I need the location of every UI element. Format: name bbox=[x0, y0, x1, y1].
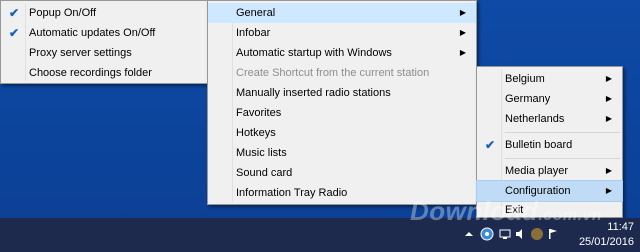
menu-item-label: Bulletin board bbox=[505, 139, 573, 151]
submenu-arrow-icon: ▶ bbox=[605, 166, 612, 175]
menu-item-belgium[interactable]: Belgium ▶ bbox=[477, 69, 622, 89]
tray-overflow-icon[interactable] bbox=[462, 227, 476, 241]
menu-item-proxy-settings[interactable]: Proxy server settings bbox=[1, 43, 209, 63]
menu-item-music-lists[interactable]: Music lists bbox=[208, 143, 476, 163]
menu-item-label: Hotkeys bbox=[236, 127, 276, 139]
menu-item-label: Media player bbox=[505, 165, 568, 177]
speaker-icon[interactable] bbox=[514, 227, 528, 241]
submenu-arrow-icon: ▶ bbox=[605, 94, 612, 103]
radio-tray-icon[interactable] bbox=[480, 227, 494, 241]
submenu-arrow-icon: ▶ bbox=[459, 48, 466, 57]
watermark: Download.com.vn bbox=[410, 196, 602, 227]
watermark-main: Download bbox=[410, 196, 539, 226]
clock-date[interactable]: 25/01/2016 bbox=[579, 236, 634, 248]
menu-item-label: Create Shortcut from the current station bbox=[236, 67, 430, 79]
menu-separator bbox=[505, 132, 620, 133]
menu-item-label: Proxy server settings bbox=[29, 47, 132, 59]
menu-item-label: Favorites bbox=[236, 107, 282, 119]
menu-item-automatic-updates[interactable]: ✔ Automatic updates On/Off bbox=[1, 23, 209, 43]
menu-item-label: Choose recordings folder bbox=[29, 67, 152, 79]
general-submenu: ✔ Popup On/Off ✔ Automatic updates On/Of… bbox=[0, 0, 210, 84]
menu-item-label: General bbox=[236, 7, 276, 19]
menu-item-infobar[interactable]: Infobar ▶ bbox=[208, 23, 476, 43]
menu-item-label: Belgium bbox=[505, 73, 545, 85]
menu-item-general[interactable]: General ▶ bbox=[208, 3, 476, 23]
menu-item-sound-card[interactable]: Sound card bbox=[208, 163, 476, 183]
configuration-submenu: General ▶ Infobar ▶ Automatic startup wi… bbox=[207, 0, 477, 205]
menu-item-label: Automatic updates On/Off bbox=[29, 27, 156, 39]
volume-app-icon[interactable] bbox=[530, 227, 544, 241]
menu-item-netherlands[interactable]: Netherlands ▶ bbox=[477, 109, 622, 129]
menu-item-bulletin-board[interactable]: ✔ Bulletin board bbox=[477, 135, 622, 155]
submenu-arrow-icon: ▶ bbox=[605, 114, 612, 123]
submenu-arrow-icon: ▶ bbox=[459, 28, 466, 37]
menu-item-germany[interactable]: Germany ▶ bbox=[477, 89, 622, 109]
menu-item-label: Music lists bbox=[236, 147, 287, 159]
menu-item-label: Germany bbox=[505, 93, 551, 105]
menu-item-popup[interactable]: ✔ Popup On/Off bbox=[1, 3, 209, 23]
flag-icon[interactable] bbox=[546, 227, 560, 241]
menu-item-label: Netherlands bbox=[505, 113, 565, 125]
menu-separator bbox=[505, 158, 620, 159]
menu-item-label: Popup On/Off bbox=[29, 7, 97, 19]
menu-item-hotkeys[interactable]: Hotkeys bbox=[208, 123, 476, 143]
checkmark-icon: ✔ bbox=[485, 138, 496, 152]
menu-item-label: Manually inserted radio stations bbox=[236, 87, 391, 99]
watermark-domain: .com.vn bbox=[538, 207, 603, 224]
menu-item-automatic-startup[interactable]: Automatic startup with Windows ▶ bbox=[208, 43, 476, 63]
menu-item-label: Sound card bbox=[236, 167, 293, 179]
menu-item-manual-stations[interactable]: Manually inserted radio stations bbox=[208, 83, 476, 103]
menu-item-label: Automatic startup with Windows bbox=[236, 47, 392, 59]
submenu-arrow-icon: ▶ bbox=[605, 74, 612, 83]
network-icon[interactable] bbox=[498, 227, 512, 241]
menu-item-label: Information Tray Radio bbox=[236, 187, 348, 199]
menu-item-media-player[interactable]: Media player ▶ bbox=[477, 161, 622, 181]
checkmark-icon: ✔ bbox=[9, 6, 20, 20]
menu-item-label: Infobar bbox=[236, 27, 271, 39]
menu-item-create-shortcut: Create Shortcut from the current station bbox=[208, 63, 476, 83]
menu-item-recordings-folder[interactable]: Choose recordings folder bbox=[1, 63, 209, 83]
submenu-arrow-icon: ▶ bbox=[605, 186, 612, 195]
clock-time[interactable]: 11:47 bbox=[607, 221, 634, 233]
submenu-arrow-icon: ▶ bbox=[459, 8, 466, 17]
menu-item-favorites[interactable]: Favorites bbox=[208, 103, 476, 123]
checkmark-icon: ✔ bbox=[9, 26, 20, 40]
